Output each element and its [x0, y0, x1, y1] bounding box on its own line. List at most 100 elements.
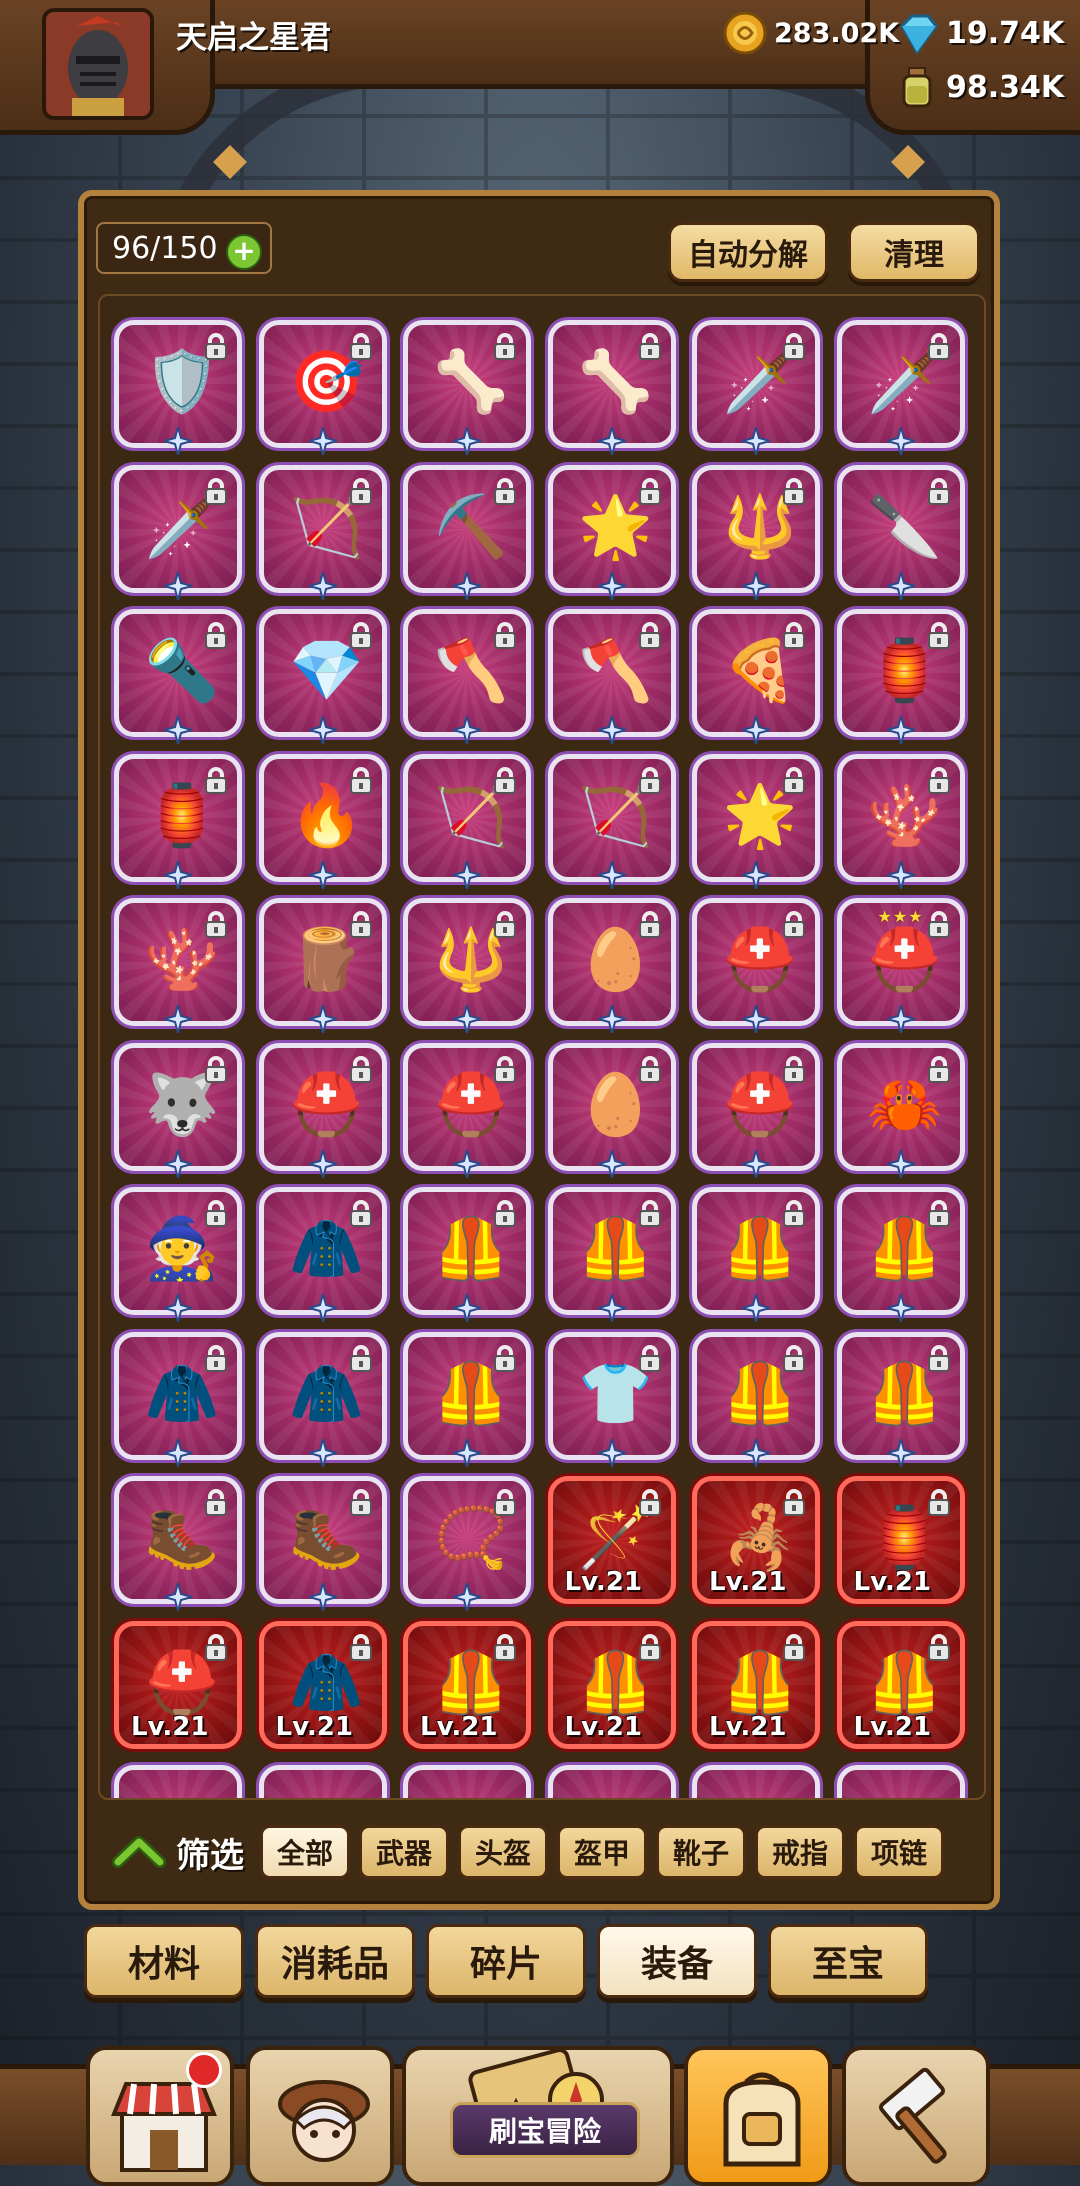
item-slot[interactable]: 🥾 — [114, 1476, 242, 1615]
filter-tab-armor[interactable]: 盔甲 — [557, 1825, 647, 1879]
item-slot[interactable]: 💎 — [258, 609, 387, 748]
lock-icon[interactable] — [635, 620, 665, 650]
category-tab-equipment[interactable]: 装备 — [597, 1924, 757, 1998]
clean-button[interactable]: 清理 — [848, 222, 980, 282]
item-slot[interactable]: 🔦 — [114, 609, 242, 748]
lock-icon[interactable] — [924, 620, 954, 650]
item-slot[interactable]: 🏮 — [836, 609, 965, 748]
lock-icon[interactable] — [346, 620, 376, 650]
lock-icon[interactable] — [924, 1343, 954, 1373]
lock-icon[interactable] — [779, 1198, 809, 1228]
lock-icon[interactable] — [346, 1487, 376, 1517]
category-tab-treasures[interactable]: 至宝 — [768, 1924, 928, 1998]
nav-forge[interactable] — [842, 2046, 990, 2186]
lock-icon[interactable] — [201, 909, 231, 939]
lock-icon[interactable] — [779, 476, 809, 506]
item-slot[interactable]: 🦺 — [692, 1187, 820, 1326]
lock-icon[interactable] — [490, 1198, 520, 1228]
lock-icon[interactable] — [779, 1054, 809, 1084]
item-slot[interactable]: ⛑️ — [258, 1042, 387, 1182]
item-slot[interactable]: 🦺 Lv.21 — [403, 1620, 531, 1749]
item-grid-scroll[interactable]: 🛡️ 🎯 🦴 🦴 🗡️ 🗡️ 🗡️ 🏹 ⛏️ 🌟 🔱 🔪 🔦 💎 🪓 🪓 🍕 🏮 🏮 🔥 🏹 🏹 🌟 🪸 🪸 🪵 🔱 🥚 ⛑️ ⛑️ ★★★… — [98, 294, 986, 1800]
item-slot[interactable]: 🦺 — [836, 1331, 965, 1471]
filter-tab-weapon[interactable]: 武器 — [359, 1825, 449, 1879]
item-slot[interactable]: 🦴 — [547, 320, 676, 459]
lock-icon[interactable] — [924, 476, 954, 506]
lock-icon[interactable] — [346, 1054, 376, 1084]
category-tab-materials[interactable]: 材料 — [84, 1924, 244, 1998]
filter-tab-boots[interactable]: 靴子 — [656, 1825, 746, 1879]
item-slot[interactable]: 🦂 Lv.21 — [692, 1476, 820, 1604]
lock-icon[interactable] — [779, 620, 809, 650]
category-tab-consumables[interactable]: 消耗品 — [255, 1924, 415, 1998]
item-slot[interactable]: 🐺 — [114, 1042, 242, 1182]
item-slot[interactable]: 🗡️ — [114, 464, 242, 604]
item-slot[interactable]: 🪄 Lv.21 — [547, 1476, 676, 1604]
item-slot[interactable]: 🪵 — [258, 898, 387, 1037]
lock-icon[interactable] — [490, 1343, 520, 1373]
lock-icon[interactable] — [924, 1054, 954, 1084]
auto-decompose-button[interactable]: 自动分解 — [668, 222, 828, 282]
item-slot[interactable]: 📿 — [403, 1476, 531, 1615]
lock-icon[interactable] — [635, 476, 665, 506]
category-tab-fragments[interactable]: 碎片 — [426, 1924, 586, 1998]
lock-icon[interactable] — [635, 1632, 665, 1662]
lock-icon[interactable] — [635, 1487, 665, 1517]
lock-icon[interactable] — [490, 476, 520, 506]
item-slot[interactable]: 🧥 Lv.21 — [258, 1620, 387, 1749]
lock-icon[interactable] — [779, 1487, 809, 1517]
item-slot[interactable]: 🔱 — [692, 464, 820, 604]
item-slot[interactable]: 🔱 — [403, 898, 531, 1037]
lock-icon[interactable] — [924, 1632, 954, 1662]
item-slot[interactable]: ⛑️ — [692, 1042, 820, 1182]
lock-icon[interactable] — [635, 1198, 665, 1228]
lock-icon[interactable] — [201, 476, 231, 506]
lock-icon[interactable] — [924, 909, 954, 939]
lock-icon[interactable] — [201, 1632, 231, 1662]
lock-icon[interactable] — [346, 1632, 376, 1662]
lock-icon[interactable] — [635, 1343, 665, 1373]
lock-icon[interactable] — [490, 1054, 520, 1084]
item-slot[interactable]: 🍕 — [692, 609, 820, 748]
lock-icon[interactable] — [779, 909, 809, 939]
item-slot[interactable] — [692, 1765, 820, 1798]
item-slot[interactable]: 🦺 Lv.21 — [836, 1620, 965, 1749]
item-slot[interactable]: ⛏️ — [403, 464, 531, 604]
item-slot[interactable]: ⛑️ — [403, 1042, 531, 1182]
item-slot[interactable]: 🪓 — [547, 609, 676, 748]
lock-icon[interactable] — [779, 331, 809, 361]
item-slot[interactable]: 🥾 — [258, 1476, 387, 1615]
item-slot[interactable]: 🦺 Lv.21 — [547, 1620, 676, 1749]
item-slot[interactable] — [547, 1765, 676, 1798]
item-slot[interactable]: 🎯 — [258, 320, 387, 459]
lock-icon[interactable] — [490, 620, 520, 650]
item-slot[interactable] — [403, 1765, 531, 1798]
lock-icon[interactable] — [635, 1054, 665, 1084]
lock-icon[interactable] — [346, 331, 376, 361]
item-slot[interactable]: 🌟 — [547, 464, 676, 604]
item-slot[interactable]: 🦴 — [403, 320, 531, 459]
lock-icon[interactable] — [779, 1343, 809, 1373]
chevron-up-icon[interactable] — [112, 1832, 166, 1872]
item-slot[interactable] — [258, 1765, 387, 1798]
lock-icon[interactable] — [635, 909, 665, 939]
item-slot[interactable]: 🧙 — [114, 1187, 242, 1326]
gem-resource[interactable]: 19.74K — [894, 10, 1064, 56]
item-slot[interactable]: ⛑️ ★★★ — [836, 898, 965, 1037]
lock-icon[interactable] — [201, 331, 231, 361]
item-slot[interactable]: 🪸 — [836, 753, 965, 893]
lock-icon[interactable] — [346, 476, 376, 506]
nav-hero[interactable] — [246, 2046, 394, 2186]
lock-icon[interactable] — [201, 1054, 231, 1084]
item-slot[interactable]: 🧥 — [258, 1331, 387, 1471]
item-slot[interactable] — [836, 1765, 965, 1798]
lock-icon[interactable] — [201, 1487, 231, 1517]
item-slot[interactable]: 🥚 — [547, 1042, 676, 1182]
lock-icon[interactable] — [346, 1198, 376, 1228]
item-slot[interactable]: 🦺 — [547, 1187, 676, 1326]
item-slot[interactable]: ⛑️ — [692, 898, 820, 1037]
item-slot[interactable]: 🦺 — [692, 1331, 820, 1471]
item-slot[interactable]: 🦺 — [403, 1331, 531, 1471]
filter-tab-ring[interactable]: 戒指 — [755, 1825, 845, 1879]
lock-icon[interactable] — [779, 1632, 809, 1662]
